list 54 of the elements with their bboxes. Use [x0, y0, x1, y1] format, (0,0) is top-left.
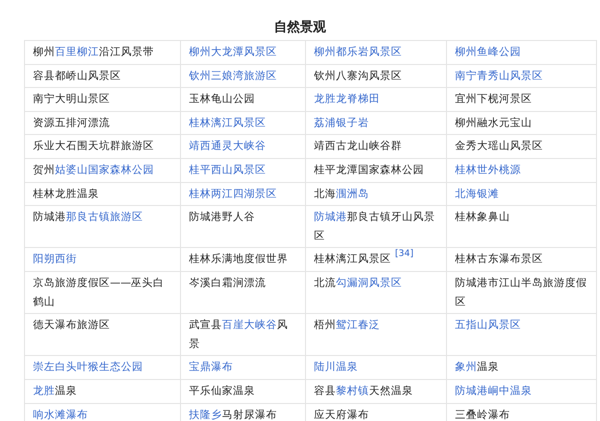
- cell-text: 防城港市江山半岛旅游度假区: [455, 276, 587, 308]
- link[interactable]: 姑婆山国家森林公园: [55, 164, 154, 176]
- cell-text: 桂林乐满地度假世界: [189, 253, 288, 266]
- link[interactable]: 鸳江春泛: [336, 319, 380, 332]
- link[interactable]: 宝鼎瀑布: [189, 361, 233, 374]
- cell-text: 桂林象鼻山: [455, 211, 510, 224]
- cell-text: 象州温泉: [455, 361, 499, 374]
- cell-text: 宜州下枧河景区: [455, 93, 532, 106]
- cell-text: 岑溪白霜涧漂流: [189, 276, 266, 289]
- link[interactable]: 陆川温泉: [314, 361, 358, 374]
- link[interactable]: 阳朔西街: [33, 253, 77, 266]
- cell-text: 防城港那良古镇旅游区: [33, 211, 143, 224]
- cell-text: 资源五排河漂流: [33, 116, 110, 129]
- cell-text: 南宁大明山景区: [33, 93, 110, 106]
- cell-text: 玉林龟山公园: [189, 93, 255, 106]
- cell-text: 平乐仙家温泉: [189, 384, 255, 397]
- cell-text: 防城港野人谷: [189, 211, 255, 224]
- link[interactable]: 防城港: [314, 211, 347, 224]
- cell-text: 贺州姑婆山国家森林公园: [33, 164, 154, 176]
- link[interactable]: 北海银滩: [455, 188, 499, 200]
- link[interactable]: 象州: [455, 361, 477, 374]
- cell-text: 龙胜温泉: [33, 384, 77, 397]
- cell-text: 钦州八寨沟风景区: [314, 70, 402, 82]
- cell-text: 桂林龙胜温泉: [33, 188, 99, 200]
- cell-text: 北流勾漏洞风景区: [314, 276, 402, 289]
- link[interactable]: 扶隆乡: [189, 408, 222, 420]
- link[interactable]: 五指山风景区: [455, 319, 521, 332]
- cell-text: 三叠岭瀑布: [455, 408, 510, 420]
- cell-text: 北海涠洲岛: [314, 188, 369, 200]
- link[interactable]: 龙胜: [33, 384, 55, 397]
- cell-text: 容县黎村镇天然温泉: [314, 384, 413, 397]
- cell-text: 金秀大瑶山风景区: [455, 140, 543, 152]
- cell-text: 德天瀑布旅游区: [33, 319, 110, 332]
- cell-text: 乐业大石围天坑群旅游区: [33, 140, 154, 152]
- link[interactable]: 那良古镇旅游区: [66, 211, 143, 224]
- cell-text: 容县都峤山风景区: [33, 70, 121, 82]
- cell-text: 桂林古东瀑布景区: [455, 253, 543, 266]
- cell-text: 柳州百里柳江沿江风景带: [33, 46, 154, 58]
- cell-text: 扶隆乡马射尿瀑布: [189, 408, 277, 420]
- cell-text: 桂平龙潭国家森林公园: [314, 164, 424, 176]
- link[interactable]: 百里柳江: [55, 46, 99, 58]
- reference-link[interactable]: [34]: [395, 249, 414, 260]
- link[interactable]: 百崖大峡谷: [222, 319, 277, 332]
- link[interactable]: 涠洲岛: [336, 188, 369, 200]
- cell-text: 武宣县百崖大峡谷风景: [189, 319, 288, 350]
- link[interactable]: 黎村镇: [336, 384, 369, 397]
- cell-text: 京岛旅游度假区——巫头白鹤山: [33, 276, 164, 308]
- cell-text: 梧州鸳江春泛: [314, 319, 380, 332]
- cell-text: 防城港那良古镇牙山风景区: [314, 211, 435, 242]
- cell-text: 柳州融水元宝山: [455, 116, 532, 129]
- section-title: 自然景观: [273, 19, 327, 37]
- cell-text: 应天府瀑布: [314, 408, 369, 420]
- link[interactable]: 勾漏洞风景区: [336, 276, 402, 289]
- cell-text: 靖西古龙山峡谷群: [314, 140, 402, 152]
